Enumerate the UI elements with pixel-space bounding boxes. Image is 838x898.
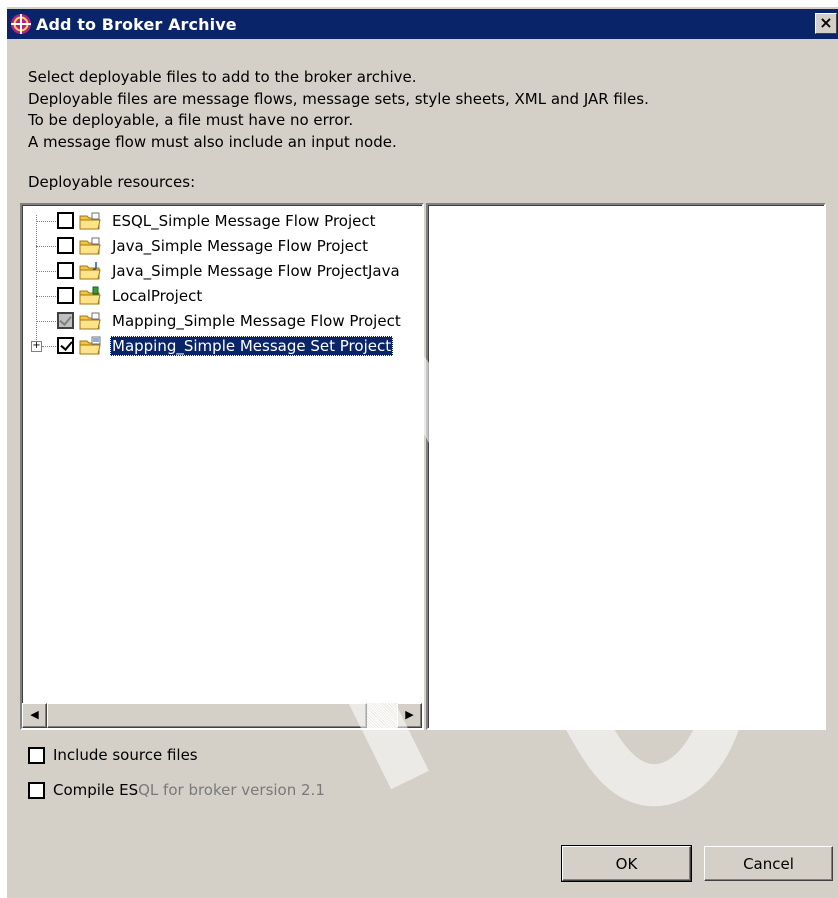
- message-set-folder-icon: [79, 336, 101, 355]
- description-line: A message flow must also include an inpu…: [28, 132, 397, 151]
- compile-esql-label: Compile ESQL for broker version 2.1: [53, 781, 325, 799]
- description-line: Deployable files are message flows, mess…: [28, 89, 649, 108]
- item-checkbox[interactable]: [57, 312, 74, 329]
- tree-item-label: Java_Simple Message Flow ProjectJava: [112, 262, 400, 280]
- arrow-right-icon: ▶: [405, 708, 414, 721]
- tree-item-label: Java_Simple Message Flow Project: [112, 237, 369, 255]
- item-checkbox[interactable]: [57, 237, 74, 254]
- tree-item[interactable]: ESQL_Simple Message Flow Project: [22, 209, 422, 233]
- tree-item-label: Mapping_Simple Message Set Project: [110, 336, 394, 356]
- item-checkbox[interactable]: [57, 337, 74, 354]
- deployable-resources-label: Deployable resources:: [28, 173, 196, 191]
- arrow-left-icon: ◀: [30, 708, 39, 721]
- local-project-folder-icon: [79, 286, 101, 305]
- include-source-option[interactable]: Include source files: [28, 746, 198, 764]
- tree-item-selected[interactable]: + Mapping_Simple Message Set Project: [22, 334, 422, 358]
- description: Select deployable files to add to the br…: [28, 67, 649, 153]
- dialog-window: Add to Broker Archive × Select deployabl…: [6, 6, 838, 898]
- ok-button[interactable]: OK: [561, 845, 692, 882]
- window-title: Add to Broker Archive: [36, 14, 237, 34]
- tree-connector: [36, 271, 56, 272]
- expand-icon[interactable]: +: [31, 341, 42, 352]
- resource-detail-panel[interactable]: [426, 203, 826, 730]
- broker-archive-icon: [11, 14, 31, 34]
- description-line: To be deployable, a file must have no er…: [28, 111, 354, 129]
- include-source-label: Include source files: [53, 746, 198, 764]
- tree-item[interactable]: Mapping_Simple Message Flow Project: [22, 309, 422, 333]
- tree-item-label: ESQL_Simple Message Flow Project: [112, 212, 376, 230]
- compile-esql-checkbox[interactable]: [28, 781, 45, 799]
- item-checkbox[interactable]: [57, 287, 74, 304]
- scrollbar-thumb[interactable]: [47, 703, 367, 728]
- cancel-button[interactable]: Cancel: [704, 846, 833, 881]
- compile-esql-label-suffix: QL for broker version 2.1: [138, 781, 325, 799]
- resource-tree: ESQL_Simple Message Flow Project Java_Si…: [22, 205, 422, 703]
- include-source-checkbox[interactable]: [28, 746, 45, 764]
- java-project-folder-icon: [79, 262, 101, 280]
- description-line: Select deployable files to add to the br…: [28, 68, 417, 86]
- item-checkbox[interactable]: [57, 262, 74, 279]
- title-bar[interactable]: Add to Broker Archive ×: [7, 9, 838, 39]
- tree-connector: [36, 246, 56, 247]
- tree-item[interactable]: LocalProject: [22, 284, 422, 308]
- compile-esql-label-prefix: Compile ES: [53, 781, 139, 799]
- horizontal-scrollbar[interactable]: ◀ ▶: [22, 703, 422, 728]
- compile-esql-option[interactable]: Compile ESQL for broker version 2.1: [28, 781, 325, 799]
- tree-connector: [36, 296, 56, 297]
- project-folder-icon: [79, 237, 101, 255]
- resource-tree-panel: ESQL_Simple Message Flow Project Java_Si…: [20, 203, 424, 730]
- project-folder-icon: [79, 312, 101, 330]
- tree-item[interactable]: Java_Simple Message Flow ProjectJava: [22, 259, 422, 283]
- scroll-right-button[interactable]: ▶: [397, 703, 422, 728]
- project-folder-icon: [79, 212, 101, 230]
- tree-item-label: Mapping_Simple Message Flow Project: [112, 312, 401, 330]
- tree-item[interactable]: Java_Simple Message Flow Project: [22, 234, 422, 258]
- tree-connector: [36, 321, 56, 322]
- close-button[interactable]: ×: [815, 13, 837, 34]
- tree-connector: [36, 221, 56, 222]
- tree-connector: [42, 346, 56, 347]
- tree-item-label: LocalProject: [112, 287, 203, 305]
- scroll-left-button[interactable]: ◀: [22, 703, 47, 728]
- item-checkbox[interactable]: [57, 212, 74, 229]
